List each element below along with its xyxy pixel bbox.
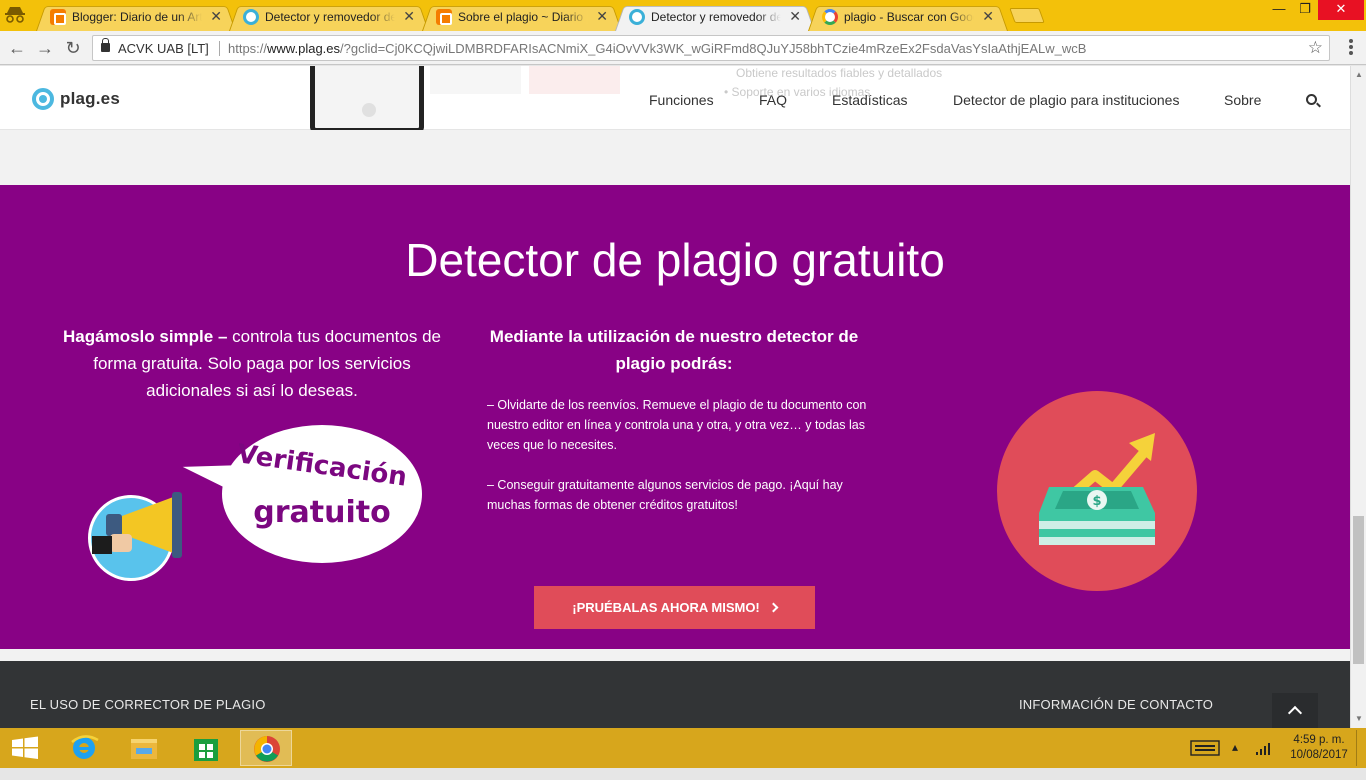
- back-arrow-icon[interactable]: ←: [6, 37, 28, 59]
- minimize-button[interactable]: —: [1265, 0, 1293, 20]
- close-tab-icon[interactable]: ✕: [596, 8, 608, 25]
- blogger-icon: [436, 9, 452, 25]
- forward-arrow-icon[interactable]: →: [34, 37, 56, 59]
- money-growth-icon: $: [997, 391, 1197, 591]
- scrollbar-thumb[interactable]: [1353, 516, 1364, 664]
- tab-title: Detector y removedor de: [651, 10, 781, 24]
- try-now-button[interactable]: ¡PRUÉBALAS AHORA MISMO!: [534, 586, 815, 629]
- bookmark-star-icon[interactable]: ☆: [1308, 38, 1323, 58]
- url-query: /?gclid=Cj0KCQjwiLDMBRDFARIsACNmiX_G4iOv…: [340, 41, 1087, 56]
- section-gap: [0, 130, 1350, 185]
- nav-funciones[interactable]: Funciones: [649, 92, 714, 108]
- tab-3[interactable]: Sobre el plagio ~ Diario ✕: [422, 3, 622, 31]
- start-button[interactable]: [0, 730, 52, 766]
- network-signal-icon[interactable]: [1254, 728, 1272, 768]
- cta-label: ¡PRUÉBALAS AHORA MISMO!: [572, 600, 760, 615]
- nav-sobre[interactable]: Sobre: [1224, 92, 1261, 108]
- nav-instituciones[interactable]: Detector de plagio para instituciones: [953, 92, 1179, 108]
- url-prefix: https://: [228, 41, 268, 56]
- promo-line-1: Verificación: [235, 439, 409, 493]
- keyboard-icon[interactable]: [1190, 728, 1220, 768]
- simple-text: Hagámoslo simple – controla tus document…: [60, 323, 444, 404]
- benefits-list: – Olvidarte de los reenvíos. Remueve el …: [487, 395, 867, 535]
- page-scrollbar[interactable]: ▲ ▼: [1350, 66, 1366, 728]
- tab-title: plagio - Buscar con Goog: [844, 10, 974, 24]
- promo-line-2: gratuito: [253, 495, 391, 530]
- simple-bold: Hagámoslo simple –: [63, 327, 228, 346]
- footer-heading-contact: INFORMACIÓN DE CONTACTO: [1019, 697, 1214, 712]
- nav-faq[interactable]: FAQ: [759, 92, 787, 108]
- footer-bar: [0, 661, 1350, 728]
- incognito-icon: [5, 7, 25, 23]
- chrome-taskbar-icon[interactable]: [240, 730, 292, 766]
- ghost-text: Obtiene resultados fiables y detallados: [736, 66, 943, 80]
- chevron-right-icon: [768, 602, 779, 613]
- blogger-icon: [50, 9, 66, 25]
- show-desktop-button[interactable]: [1356, 730, 1366, 766]
- tab-5[interactable]: plagio - Buscar con Goog ✕: [808, 3, 1008, 31]
- lock-icon[interactable]: [101, 38, 110, 52]
- site-header: Obtiene resultados fiables y detallados …: [0, 66, 1350, 133]
- address-bar[interactable]: ACVK UAB [LT] https://www.plag.es/?gclid…: [92, 35, 1330, 61]
- windows-taskbar: ▴ 4:59 p. m. 10/08/2017: [0, 728, 1366, 768]
- certificate-label[interactable]: ACVK UAB [LT]: [118, 41, 209, 56]
- maximize-button[interactable]: ❐: [1293, 0, 1317, 20]
- site-footer: EL USO DE CORRECTOR DE PLAGIO INFORMACIÓ…: [0, 649, 1350, 728]
- footer-heading-usage: EL USO DE CORRECTOR DE PLAGIO: [30, 697, 266, 712]
- scroll-down-arrow-icon[interactable]: ▼: [1355, 714, 1363, 723]
- windows-logo-icon: [12, 736, 38, 759]
- file-explorer-icon[interactable]: [118, 730, 170, 766]
- free-check-illustration: Verificación gratuito: [82, 417, 422, 581]
- reload-icon[interactable]: ↻: [62, 37, 84, 59]
- divider: [219, 41, 220, 56]
- close-tab-icon[interactable]: ✕: [789, 8, 801, 25]
- benefit-item: – Olvidarte de los reenvíos. Remueve el …: [487, 398, 867, 452]
- benefit-item: – Conseguir gratuitamente algunos servic…: [487, 478, 843, 512]
- url-host: www.plag.es: [267, 41, 341, 56]
- internet-explorer-icon[interactable]: [58, 730, 110, 766]
- svg-text:$: $: [1092, 494, 1101, 509]
- tab-1[interactable]: Blogger: Diario de un Art ✕: [36, 3, 236, 31]
- close-tab-icon[interactable]: ✕: [403, 8, 415, 25]
- free-detector-section: Detector de plagio gratuito Hagámoslo si…: [0, 185, 1350, 649]
- megaphone-icon: [88, 492, 182, 581]
- scroll-to-top-button[interactable]: [1272, 693, 1318, 728]
- search-icon[interactable]: [1306, 94, 1317, 105]
- close-window-button[interactable]: ✕: [1318, 0, 1364, 20]
- plag-icon: [243, 9, 259, 25]
- section-title: Detector de plagio gratuito: [405, 234, 945, 286]
- speech-bubble: Verificación gratuito: [222, 425, 422, 563]
- system-clock[interactable]: 4:59 p. m. 10/08/2017: [1286, 733, 1352, 763]
- nav-estadisticas[interactable]: Estadísticas: [832, 92, 907, 108]
- tab-2[interactable]: Detector y removedor de ✕: [229, 3, 429, 31]
- clock-time: 4:59 p. m.: [1293, 734, 1345, 746]
- google-icon: [822, 9, 838, 25]
- close-tab-icon[interactable]: ✕: [982, 8, 994, 25]
- scroll-up-arrow-icon[interactable]: ▲: [1355, 70, 1363, 79]
- main-nav: Funciones FAQ Estadísticas Detector de p…: [0, 92, 1350, 112]
- plag-icon: [629, 9, 645, 25]
- tab-strip: Blogger: Diario de un Art ✕ Detector y r…: [0, 0, 1366, 31]
- clock-date: 10/08/2017: [1290, 749, 1348, 761]
- tab-title: Sobre el plagio ~ Diario: [458, 10, 588, 24]
- browser-toolbar: ← → ↻ ACVK UAB [LT] https://www.plag.es/…: [0, 31, 1366, 65]
- benefits-heading: Mediante la utilización de nuestro detec…: [489, 327, 859, 373]
- url-text[interactable]: https://www.plag.es/?gclid=Cj0KCQjwiLDMB…: [228, 41, 1288, 56]
- tab-4-active[interactable]: Detector y removedor de ✕: [615, 3, 815, 31]
- close-tab-icon[interactable]: ✕: [210, 8, 222, 25]
- page-viewport: Obtiene resultados fiables y detallados …: [0, 66, 1350, 728]
- new-tab-button[interactable]: [1009, 8, 1045, 23]
- chrome-menu-icon[interactable]: [1343, 39, 1359, 59]
- ghost-banner: [430, 66, 620, 94]
- tray-expand-icon[interactable]: ▴: [1232, 740, 1238, 780]
- tab-title: Blogger: Diario de un Art: [72, 10, 202, 24]
- windows-store-icon[interactable]: [180, 730, 232, 766]
- tab-title: Detector y removedor de: [265, 10, 395, 24]
